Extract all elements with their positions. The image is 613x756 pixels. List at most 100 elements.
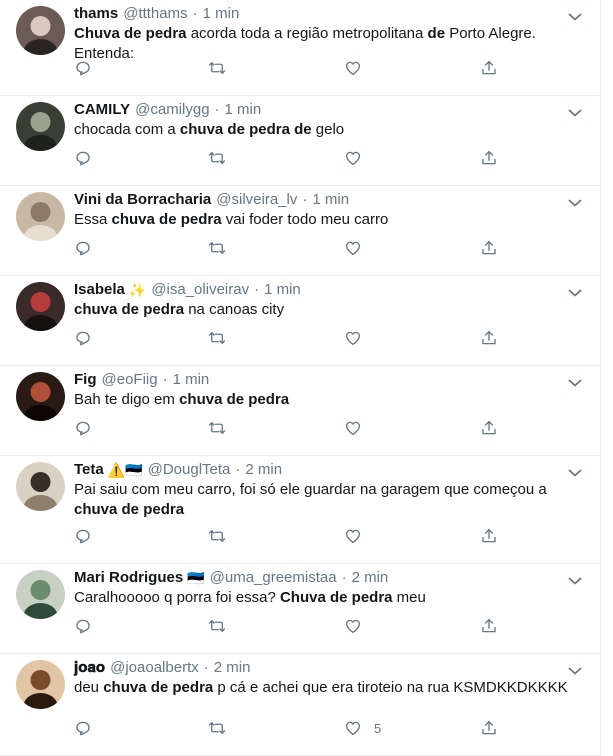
- display-name[interactable]: Vini da Borracharia: [74, 190, 211, 210]
- reply-button[interactable]: [74, 617, 92, 635]
- timestamp[interactable]: 2 min: [245, 460, 282, 480]
- user-handle[interactable]: @DouglTeta: [148, 460, 231, 480]
- separator-dot: ·: [341, 569, 347, 586]
- display-name[interactable]: Mari Rodrigues: [74, 568, 183, 588]
- avatar[interactable]: [16, 102, 65, 151]
- reply-button[interactable]: [74, 527, 92, 545]
- timestamp[interactable]: 1 min: [173, 370, 210, 390]
- reply-icon: [74, 527, 92, 545]
- highlighted-term: de: [427, 25, 446, 42]
- display-name[interactable]: CAMILY: [74, 100, 130, 120]
- like-button[interactable]: [344, 59, 362, 77]
- tweet[interactable]: 𝐣𝐨𝐚𝐨 @joaoalbertx · 2 min deu chuva de pedra…: [0, 654, 600, 756]
- like-button[interactable]: [344, 617, 362, 635]
- reply-button[interactable]: [74, 149, 92, 167]
- chevron-down-icon[interactable]: [568, 375, 582, 387]
- avatar[interactable]: [16, 660, 65, 709]
- user-handle[interactable]: @ttthams: [123, 4, 187, 24]
- share-button[interactable]: [480, 617, 498, 635]
- share-button[interactable]: [480, 329, 498, 347]
- share-button[interactable]: [480, 419, 498, 437]
- timestamp[interactable]: 1 min: [312, 190, 349, 210]
- like-button[interactable]: [344, 149, 362, 167]
- avatar[interactable]: [16, 6, 65, 55]
- tweet-actions: [74, 239, 600, 261]
- tweet[interactable]: CAMILY @camilygg · 1 min chocada com a chuva…: [0, 96, 600, 186]
- user-handle[interactable]: @uma_greemistaa: [210, 568, 337, 588]
- share-button[interactable]: [480, 149, 498, 167]
- retweet-button[interactable]: [208, 527, 226, 545]
- timestamp[interactable]: 1 min: [203, 4, 240, 24]
- reply-button[interactable]: [74, 719, 92, 737]
- like-icon: [344, 527, 362, 545]
- user-handle[interactable]: @isa_oliveirav: [151, 280, 249, 300]
- display-name[interactable]: Fig: [74, 370, 97, 390]
- reply-button[interactable]: [74, 419, 92, 437]
- timestamp[interactable]: 2 min: [352, 568, 389, 588]
- share-button[interactable]: [480, 527, 498, 545]
- timestamp[interactable]: 1 min: [225, 100, 262, 120]
- user-handle[interactable]: @silveira_lv: [216, 190, 297, 210]
- timestamp[interactable]: 2 min: [214, 658, 251, 678]
- user-handle[interactable]: @joaoalbertx: [110, 658, 199, 678]
- reply-button[interactable]: [74, 329, 92, 347]
- highlighted-term: chuva de pedra: [179, 391, 290, 408]
- like-button[interactable]: [344, 329, 362, 347]
- avatar[interactable]: [16, 570, 65, 619]
- display-name[interactable]: Teta: [74, 460, 104, 480]
- reply-button[interactable]: [74, 59, 92, 77]
- tweet[interactable]: Isabela ✨ @isa_oliveirav · 1 min chuva de ped…: [0, 276, 600, 366]
- share-button[interactable]: [480, 239, 498, 257]
- share-icon: [480, 329, 498, 347]
- chevron-down-icon[interactable]: [568, 573, 582, 585]
- user-handle[interactable]: @camilygg: [135, 100, 209, 120]
- like-button[interactable]: [344, 239, 362, 257]
- chevron-down-icon[interactable]: [568, 195, 582, 207]
- like-button[interactable]: [344, 419, 362, 437]
- tweet-header: Mari Rodrigues 🇪🇪 @uma_greemistaa · 2 min: [74, 568, 588, 588]
- name-emoji: ⚠️🇪🇪: [107, 462, 143, 478]
- like-button[interactable]: [344, 527, 362, 545]
- retweet-button[interactable]: [208, 617, 226, 635]
- tweet[interactable]: Teta ⚠️🇪🇪 @DouglTeta · 2 min Pai saiu com meu…: [0, 456, 600, 564]
- avatar[interactable]: [16, 372, 65, 421]
- text-segment: Caralhooooo q porra foi essa?: [74, 589, 280, 606]
- highlighted-term: Chuva de pedra: [74, 25, 187, 42]
- highlighted-term: Chuva de pedra: [279, 589, 393, 606]
- retweet-button[interactable]: [208, 59, 226, 77]
- chevron-down-icon[interactable]: [568, 465, 582, 477]
- timestamp[interactable]: 1 min: [264, 280, 301, 300]
- share-button[interactable]: [480, 719, 498, 737]
- like-count: 5: [374, 720, 382, 736]
- retweet-button[interactable]: [208, 329, 226, 347]
- chevron-down-icon[interactable]: [568, 105, 582, 117]
- retweet-button[interactable]: [208, 149, 226, 167]
- display-name[interactable]: Isabela: [74, 280, 125, 300]
- highlighted-term: chuva de pedra de: [179, 121, 312, 138]
- display-name[interactable]: 𝐣𝐨𝐚𝐨: [74, 658, 105, 678]
- tweet[interactable]: Vini da Borracharia @silveira_lv · 1 min Ess…: [0, 186, 600, 276]
- reply-icon: [74, 419, 92, 437]
- avatar[interactable]: [16, 462, 65, 511]
- tweet-text: deu chuva de pedra p cá e achei que era …: [74, 678, 588, 698]
- like-button[interactable]: 5: [344, 719, 381, 737]
- share-button[interactable]: [480, 59, 498, 77]
- tweet[interactable]: Fig @eoFiig · 1 min Bah te digo em chuva de …: [0, 366, 600, 456]
- user-handle[interactable]: @eoFiig: [102, 370, 158, 390]
- chevron-down-icon[interactable]: [568, 663, 582, 675]
- text-segment: meu: [392, 589, 426, 606]
- retweet-button[interactable]: [208, 419, 226, 437]
- reply-button[interactable]: [74, 239, 92, 257]
- retweet-button[interactable]: [208, 239, 226, 257]
- display-name[interactable]: thams: [74, 4, 118, 24]
- tweet[interactable]: Mari Rodrigues 🇪🇪 @uma_greemistaa · 2 min Car…: [0, 564, 600, 654]
- chevron-down-icon[interactable]: [568, 9, 582, 21]
- avatar[interactable]: [16, 192, 65, 241]
- separator-dot: ·: [203, 659, 209, 676]
- retweet-button[interactable]: [208, 719, 226, 737]
- tweet[interactable]: thams @ttthams · 1 min Chuva de pedra acorda…: [0, 0, 600, 96]
- avatar[interactable]: [16, 282, 65, 331]
- retweet-icon: [208, 527, 226, 545]
- chevron-down-icon[interactable]: [568, 285, 582, 297]
- text-segment: Essa: [74, 211, 112, 228]
